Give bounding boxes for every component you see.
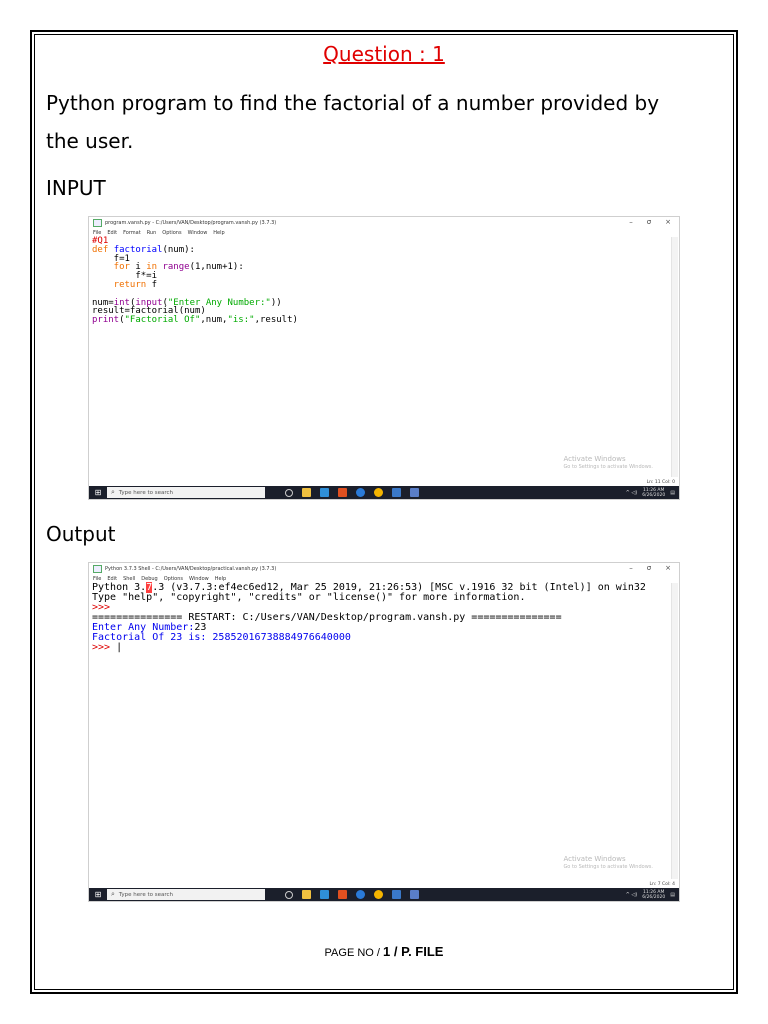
clock-time: 11:26 AM (643, 889, 665, 895)
close-icon[interactable]: × (665, 564, 671, 572)
python-shell-icon (93, 565, 102, 573)
code-print-string-1: "Factorial Of" (124, 315, 201, 326)
clock-date: 6/26/2020 (642, 492, 666, 498)
clock[interactable]: 11:26 AM 6/26/2020 (642, 890, 665, 900)
shell-scrollbar[interactable] (671, 583, 678, 879)
task-view-icon[interactable] (285, 488, 293, 497)
maximize-icon[interactable]: σ (647, 564, 651, 572)
windows-start-icon[interactable]: ⊞ (89, 888, 107, 901)
menu-window[interactable]: Window (188, 230, 208, 236)
shell-help-line: Type "help", "copyright", "credits" or "… (92, 592, 526, 603)
code-return-value: f (146, 279, 158, 290)
code-paren-close: )) (270, 297, 282, 308)
idle-icon[interactable] (410, 488, 419, 497)
system-tray: ^ ◁) 11:26 AM 6/26/2020 ▤ (626, 890, 679, 900)
chrome-icon[interactable] (374, 488, 383, 497)
menu-options[interactable]: Options (162, 230, 181, 236)
code-print-args: ,num, (200, 315, 228, 326)
taskbar: ⊞ ⌕ Type here to search ^ ◁) 11:26 AM 6/… (89, 486, 679, 499)
shell-result-line: Factorial Of 23 is: 25852016738884976640… (92, 632, 351, 643)
python-file-icon (93, 219, 102, 227)
maximize-icon[interactable]: σ (647, 218, 651, 226)
notification-icon[interactable]: ▤ (670, 490, 675, 496)
page-number-value: 1 / P. FILE (383, 944, 444, 959)
question-line-1: Python program to find the factorial of … (46, 91, 660, 115)
python-icon[interactable] (392, 488, 401, 497)
editor-scrollbar[interactable] (671, 237, 678, 477)
activate-title: Activate Windows (563, 855, 626, 863)
search-icon: ⌕ (111, 488, 115, 496)
system-tray: ^ ◁) 11:26 AM 6/26/2020 ▤ (626, 488, 679, 498)
activate-windows-watermark: Activate Windows Go to Settings to activ… (563, 855, 653, 871)
activate-subtitle: Go to Settings to activate Windows. (563, 864, 653, 870)
minimize-icon[interactable]: – (629, 218, 633, 226)
menu-help[interactable]: Help (213, 230, 224, 236)
editor-screenshot: program.vansh.py - C:/Users/VAN/Desktop/… (88, 216, 680, 500)
idle-icon[interactable] (410, 890, 419, 899)
shell-title: Python 3.7.3 Shell - C:/Users/VAN/Deskto… (105, 566, 277, 572)
editor-menubar: File Edit Format Run Options Window Help (89, 229, 679, 237)
menu-edit[interactable]: Edit (107, 230, 117, 236)
search-placeholder: Type here to search (118, 489, 173, 496)
code-range-args: (1,num+1): (189, 262, 244, 273)
editor-title: program.vansh.py - C:/Users/VAN/Desktop/… (105, 220, 277, 226)
mail-icon[interactable] (320, 488, 329, 497)
tray-arrows-icon[interactable]: ^ ◁) (626, 892, 638, 898)
office-icon[interactable] (338, 488, 347, 497)
taskbar-search[interactable]: ⌕ Type here to search (107, 487, 265, 498)
python-icon[interactable] (392, 890, 401, 899)
edge-icon[interactable] (356, 488, 365, 497)
store-icon[interactable] (302, 890, 311, 899)
shell-output-area[interactable]: Python 3.7.3 (v3.7.3:ef4ec6ed12, Mar 25 … (92, 582, 673, 653)
close-icon[interactable]: × (665, 218, 671, 226)
notification-icon[interactable]: ▤ (670, 892, 675, 898)
shell-prompt: >>> (92, 642, 117, 653)
code-print-builtin: print (92, 315, 120, 326)
output-label: Output (46, 522, 116, 546)
office-icon[interactable] (338, 890, 347, 899)
editor-code-area[interactable]: #Q1 def factorial(num): f=1 for i in ran… (92, 237, 673, 325)
shell-status: Ln: 7 Col: 4 (649, 882, 675, 887)
shell-titlebar: Python 3.7.3 Shell - C:/Users/VAN/Deskto… (89, 563, 679, 575)
activate-windows-watermark: Activate Windows Go to Settings to activ… (563, 455, 653, 471)
code-print-string-2: "is:" (227, 315, 255, 326)
clock[interactable]: 11:26 AM 6/26/2020 (642, 488, 665, 498)
search-icon: ⌕ (111, 890, 115, 898)
question-line-2: the user. (46, 129, 134, 153)
search-placeholder: Type here to search (118, 891, 173, 898)
windows-start-icon[interactable]: ⊞ (89, 486, 107, 499)
tray-arrows-icon[interactable]: ^ ◁) (626, 490, 638, 496)
clock-date: 6/26/2020 (642, 894, 666, 900)
menu-format[interactable]: Format (123, 230, 141, 236)
code-return-keyword: return (92, 279, 147, 290)
shell-screenshot: Python 3.7.3 Shell - C:/Users/VAN/Deskto… (88, 562, 680, 902)
page-number-prefix: PAGE NO / (324, 947, 384, 959)
taskbar-search[interactable]: ⌕ Type here to search (107, 889, 265, 900)
input-label: INPUT (46, 176, 106, 200)
code-range-builtin: range (162, 262, 190, 273)
question-text: Python program to find the factorial of … (46, 84, 726, 160)
editor-status: Ln: 11 Col: 0 (646, 480, 675, 485)
mail-icon[interactable] (320, 890, 329, 899)
editor-titlebar: program.vansh.py - C:/Users/VAN/Desktop/… (89, 217, 679, 229)
menu-run[interactable]: Run (147, 230, 157, 236)
chrome-icon[interactable] (374, 890, 383, 899)
taskbar: ⊞ ⌕ Type here to search ^ ◁) 11:26 AM 6/… (89, 888, 679, 901)
text-cursor: | (116, 642, 123, 653)
code-signature: (num): (162, 244, 195, 255)
store-icon[interactable] (302, 488, 311, 497)
task-view-icon[interactable] (285, 890, 293, 899)
code-print-tail: ,result) (254, 315, 298, 326)
edge-icon[interactable] (356, 890, 365, 899)
activate-title: Activate Windows (563, 455, 626, 463)
question-heading: Question : 1 (323, 42, 445, 66)
activate-subtitle: Go to Settings to activate Windows. (563, 464, 653, 470)
minimize-icon[interactable]: – (629, 564, 633, 572)
clock-time: 11:26 AM (643, 487, 665, 493)
page-number: PAGE NO / 1 / P. FILE (0, 944, 768, 959)
